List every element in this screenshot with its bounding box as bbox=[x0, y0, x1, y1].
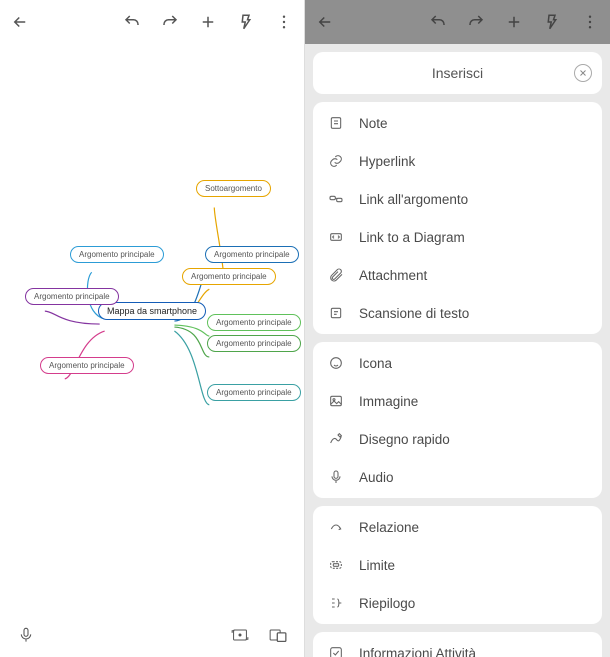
editor-toolbar bbox=[0, 0, 304, 44]
scan-icon bbox=[327, 304, 345, 322]
item-label: Icona bbox=[359, 356, 392, 371]
insert-pane: Inserisci Note Hyperlink Link all'argome… bbox=[305, 0, 610, 657]
node-main[interactable]: Argomento principale bbox=[25, 288, 119, 305]
item-label: Limite bbox=[359, 558, 395, 573]
image-icon bbox=[327, 392, 345, 410]
more-icon[interactable] bbox=[274, 12, 294, 32]
insert-relation[interactable]: Relazione bbox=[313, 508, 602, 546]
redo-icon bbox=[466, 12, 486, 32]
editor-footer bbox=[0, 613, 304, 657]
node-main[interactable]: Argomento principale bbox=[182, 268, 276, 285]
node-main[interactable]: Argomento principale bbox=[40, 357, 134, 374]
center-node[interactable]: Mappa da smartphone bbox=[98, 302, 206, 320]
smile-icon bbox=[327, 354, 345, 372]
item-label: Note bbox=[359, 116, 388, 131]
node-main[interactable]: Argomento principale bbox=[207, 314, 301, 331]
sheet-group: Note Hyperlink Link all'argomento Link t… bbox=[313, 102, 602, 334]
item-label: Disegno rapido bbox=[359, 432, 450, 447]
sheet-title: Inserisci bbox=[432, 65, 483, 81]
item-label: Link to a Diagram bbox=[359, 230, 465, 245]
close-icon[interactable] bbox=[574, 64, 592, 82]
link-icon bbox=[327, 152, 345, 170]
node-main[interactable]: Argomento principale bbox=[207, 335, 301, 352]
insert-audio[interactable]: Audio bbox=[313, 458, 602, 496]
insert-topic-link[interactable]: Link all'argomento bbox=[313, 180, 602, 218]
format-icon[interactable] bbox=[236, 12, 256, 32]
back-icon[interactable] bbox=[10, 12, 30, 32]
insert-image[interactable]: Immagine bbox=[313, 382, 602, 420]
mic-icon bbox=[327, 468, 345, 486]
insert-boundary[interactable]: Limite bbox=[313, 546, 602, 584]
insert-summary[interactable]: Riepilogo bbox=[313, 584, 602, 622]
add-icon[interactable] bbox=[198, 12, 218, 32]
item-label: Informazioni Attività bbox=[359, 646, 476, 657]
topic-link-icon bbox=[327, 190, 345, 208]
insert-sheet: Inserisci Note Hyperlink Link all'argome… bbox=[305, 44, 610, 657]
checkbox-icon bbox=[327, 644, 345, 657]
note-icon bbox=[327, 114, 345, 132]
insert-note[interactable]: Note bbox=[313, 104, 602, 142]
node-main[interactable]: Argomento principale bbox=[207, 384, 301, 401]
item-label: Riepilogo bbox=[359, 596, 415, 611]
mic-icon[interactable] bbox=[16, 625, 36, 645]
undo-icon bbox=[428, 12, 448, 32]
item-label: Attachment bbox=[359, 268, 427, 283]
more-icon bbox=[580, 12, 600, 32]
insert-sketch[interactable]: Disegno rapido bbox=[313, 420, 602, 458]
boundary-icon bbox=[327, 556, 345, 574]
node-main[interactable]: Argomento principale bbox=[70, 246, 164, 263]
undo-icon[interactable] bbox=[122, 12, 142, 32]
node-sub[interactable]: Sottoargomento bbox=[196, 180, 271, 197]
fit-view-icon[interactable] bbox=[230, 625, 250, 645]
outline-icon[interactable] bbox=[268, 625, 288, 645]
editor-toolbar-dimmed bbox=[305, 0, 610, 44]
redo-icon[interactable] bbox=[160, 12, 180, 32]
item-label: Link all'argomento bbox=[359, 192, 468, 207]
node-main[interactable]: Argomento principale bbox=[205, 246, 299, 263]
item-label: Relazione bbox=[359, 520, 419, 535]
insert-diagram-link[interactable]: Link to a Diagram bbox=[313, 218, 602, 256]
back-icon bbox=[315, 12, 335, 32]
mindmap-canvas[interactable]: Mappa da smartphone Sottoargomento Argom… bbox=[0, 44, 304, 613]
format-icon bbox=[542, 12, 562, 32]
attachment-icon bbox=[327, 266, 345, 284]
sheet-group: Informazioni Attività bbox=[313, 632, 602, 657]
summary-icon bbox=[327, 594, 345, 612]
editor-pane: Mappa da smartphone Sottoargomento Argom… bbox=[0, 0, 305, 657]
relation-icon bbox=[327, 518, 345, 536]
sketch-icon bbox=[327, 430, 345, 448]
item-label: Immagine bbox=[359, 394, 418, 409]
item-label: Hyperlink bbox=[359, 154, 415, 169]
sheet-header: Inserisci bbox=[313, 52, 602, 94]
sheet-group: Icona Immagine Disegno rapido Audio bbox=[313, 342, 602, 498]
insert-icon[interactable]: Icona bbox=[313, 344, 602, 382]
insert-attachment[interactable]: Attachment bbox=[313, 256, 602, 294]
insert-hyperlink[interactable]: Hyperlink bbox=[313, 142, 602, 180]
item-label: Audio bbox=[359, 470, 394, 485]
add-icon bbox=[504, 12, 524, 32]
insert-scan[interactable]: Scansione di testo bbox=[313, 294, 602, 332]
insert-task-info[interactable]: Informazioni Attività bbox=[313, 634, 602, 657]
sheet-group: Relazione Limite Riepilogo bbox=[313, 506, 602, 624]
diagram-link-icon bbox=[327, 228, 345, 246]
item-label: Scansione di testo bbox=[359, 306, 469, 321]
